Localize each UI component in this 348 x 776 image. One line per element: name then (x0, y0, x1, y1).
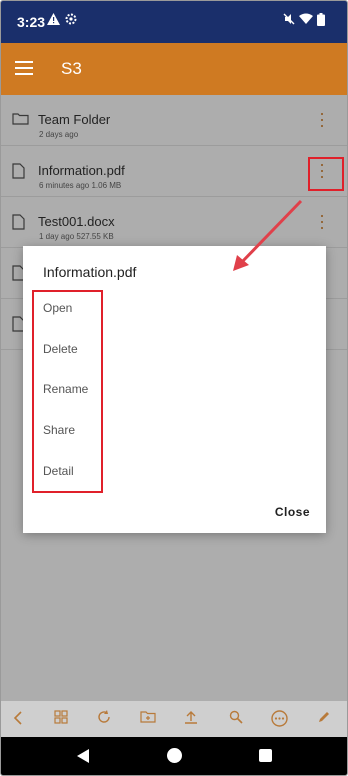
edit-icon[interactable] (317, 710, 331, 724)
bottom-toolbar (1, 701, 347, 737)
more-icon[interactable] (271, 710, 288, 727)
back-icon[interactable] (12, 710, 24, 726)
phone-screen: 3:23 S3 Team Folder 2 days ago Informati… (0, 0, 348, 776)
system-nav-bar (1, 737, 347, 775)
refresh-icon[interactable] (97, 710, 111, 724)
grid-icon[interactable] (54, 710, 68, 724)
nav-back-icon[interactable] (77, 749, 89, 763)
nav-recents-icon[interactable] (259, 749, 272, 762)
new-folder-icon[interactable] (140, 710, 156, 724)
nav-home-icon[interactable] (167, 748, 182, 763)
upload-icon[interactable] (184, 710, 198, 725)
annotation-arrow (233, 199, 303, 271)
search-icon[interactable] (229, 710, 243, 724)
